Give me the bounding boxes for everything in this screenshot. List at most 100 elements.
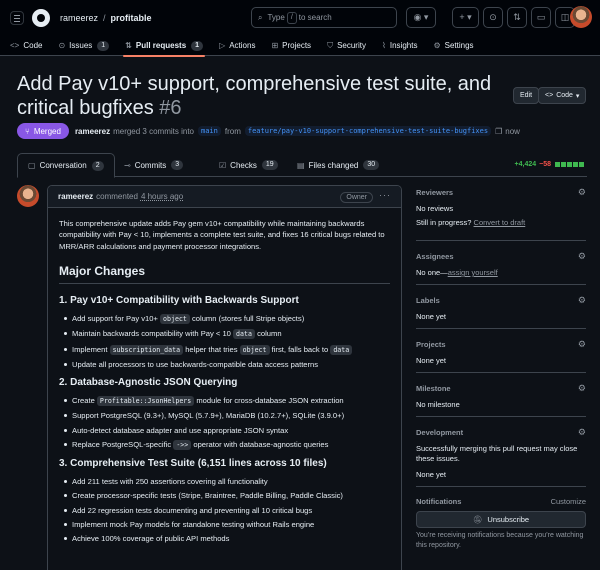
- comment-icon: ▢: [28, 161, 36, 170]
- inline-code: object: [239, 344, 270, 355]
- tab-label: Code: [23, 41, 43, 50]
- divider: [416, 416, 586, 417]
- sidebar-title: Assignees: [416, 252, 454, 261]
- major-changes-heading: Major Changes: [59, 264, 390, 285]
- divider: [416, 486, 586, 487]
- tab-conversation[interactable]: ▢ Conversation 2: [17, 153, 115, 178]
- copilot-button[interactable]: ◉ ▾: [406, 7, 436, 28]
- from-text: from: [224, 126, 241, 136]
- copy-icon[interactable]: ❐: [495, 127, 502, 136]
- pr-title-text: Add Pay v10+ support, comprehensive test…: [17, 73, 492, 119]
- customize-link[interactable]: Customize: [551, 497, 586, 506]
- gear-icon[interactable]: ⚙: [578, 187, 586, 198]
- list-text: module for cross-database JSON extractio…: [196, 396, 344, 406]
- pr-icon: ⇅: [125, 41, 132, 50]
- notifications-note: You’re receiving notifications because y…: [416, 532, 584, 549]
- projects-value: None yet: [416, 356, 447, 365]
- section-2-list: Create Profitable::JsonHelpers module fo…: [59, 395, 390, 451]
- head-branch[interactable]: feature/pay-v10-support-comprehensive-te…: [244, 126, 492, 136]
- base-branch[interactable]: main: [198, 126, 221, 136]
- issues-button[interactable]: ⊙: [483, 7, 503, 28]
- tab-projects[interactable]: ⊞ Projects: [271, 36, 311, 56]
- comment-timestamp[interactable]: 4 hours ago: [141, 192, 183, 201]
- gear-icon: ⚙: [433, 41, 441, 50]
- tab-label: Conversation: [39, 161, 87, 170]
- search-input[interactable]: ⌕ Type / to search: [251, 7, 397, 28]
- shield-icon: ⛉: [327, 40, 334, 50]
- tab-code[interactable]: <> Code: [10, 36, 42, 56]
- sidebar-assignees: Assignees ⚙ No one—assign yourself: [416, 251, 586, 278]
- list-item: Add 211 tests with 250 assertions coveri…: [64, 476, 390, 487]
- gear-icon[interactable]: ⚙: [578, 251, 586, 262]
- list-text: column: [257, 329, 282, 339]
- tab-label: Settings: [444, 41, 474, 50]
- assign-yourself-link[interactable]: assign yourself: [448, 268, 498, 277]
- tab-label: Checks: [230, 160, 257, 170]
- global-header: rameerez / profitable ⌕ Type / to search…: [0, 0, 600, 36]
- gear-icon[interactable]: ⚙: [578, 427, 586, 438]
- inline-code: Profitable::JsonHelpers: [96, 396, 195, 407]
- pr-author[interactable]: rameerez: [75, 127, 110, 136]
- inline-code: data: [233, 329, 255, 340]
- bell-icon: ◫: [560, 12, 570, 22]
- status-badge: ⑂ Merged: [17, 123, 69, 139]
- github-logo-icon[interactable]: [32, 9, 50, 27]
- pulls-button[interactable]: ⇅: [507, 7, 527, 28]
- inbox-icon: ▭: [536, 12, 546, 22]
- section-3-heading: 3. Comprehensive Test Suite (6,151 lines…: [59, 458, 327, 470]
- status-text: Merged: [33, 126, 61, 136]
- create-new-button[interactable]: + ▾: [452, 7, 479, 28]
- tab-insights[interactable]: ⌇ Insights: [382, 36, 417, 56]
- menu-icon[interactable]: [10, 11, 24, 25]
- diffstat-block: [579, 162, 584, 167]
- user-avatar[interactable]: [570, 6, 592, 28]
- gear-icon[interactable]: ⚙: [578, 295, 586, 306]
- graph-icon: ⌇: [381, 41, 386, 50]
- list-text: column (stores full Stripe objects): [191, 314, 305, 324]
- owner-link[interactable]: rameerez: [60, 13, 98, 23]
- repo-link[interactable]: profitable: [111, 13, 152, 23]
- tab-label: Projects: [282, 41, 312, 50]
- section-2-heading: 2. Database-Agnostic JSON Querying: [59, 377, 238, 389]
- gear-icon[interactable]: ⚙: [578, 383, 586, 394]
- diffstat-block: [573, 162, 578, 167]
- comment-author-avatar[interactable]: [17, 185, 39, 207]
- deletions-count: −58: [539, 161, 551, 168]
- sidebar-projects: Projects ⚙ None yet: [416, 339, 586, 366]
- sidebar-title: Development: [416, 428, 464, 437]
- tab-settings[interactable]: ⚙ Settings: [433, 36, 473, 56]
- tab-label: Actions: [229, 41, 256, 50]
- milestone-value: No milestone: [416, 400, 460, 409]
- gear-icon[interactable]: ⚙: [578, 339, 586, 350]
- unsubscribe-button[interactable]: 🔕︎ Unsubscribe: [416, 511, 586, 528]
- tab-count: 30: [363, 160, 380, 170]
- comment-author[interactable]: rameerez: [58, 192, 93, 201]
- edit-button[interactable]: Edit: [513, 87, 540, 104]
- list-text: Replace PostgreSQL-specific: [72, 439, 172, 449]
- inbox-button[interactable]: ▭: [531, 7, 551, 28]
- copilot-icon: ◉ ▾: [413, 12, 429, 22]
- inline-code: data: [330, 344, 353, 355]
- tab-issues[interactable]: ⊙ Issues 1: [58, 36, 110, 56]
- tab-files-changed[interactable]: ▤ Files changed 30: [287, 153, 389, 177]
- tab-pull-requests[interactable]: ⇅ Pull requests 1: [123, 36, 205, 57]
- convert-to-draft-link[interactable]: Convert to draft: [474, 218, 526, 227]
- code-button[interactable]: <> Code ▾: [538, 87, 587, 104]
- development-note: Successfully merging this pull request m…: [416, 444, 578, 463]
- sidebar-notifications: Notifications Customize: [416, 497, 586, 506]
- search-shortcut: /: [286, 11, 297, 24]
- divider: [416, 284, 586, 285]
- tab-commits[interactable]: ⊸ Commits 3: [114, 153, 193, 177]
- sidebar-title: Labels: [416, 296, 440, 305]
- tab-actions[interactable]: ▷ Actions: [219, 36, 255, 56]
- play-icon: ▷: [219, 41, 226, 50]
- code-button-label: Code: [556, 92, 573, 99]
- tab-checks[interactable]: ☑ Checks 19: [209, 153, 288, 177]
- issue-icon: ⊙: [489, 12, 497, 22]
- tab-security[interactable]: ⛉ Security: [327, 36, 366, 56]
- pr-tabs: ▢ Conversation 2 ⊸ Commits 3 ☑ Checks 19 ▤ File…: [17, 153, 587, 178]
- diffstat: +4,424 −58: [515, 161, 584, 168]
- repo-nav: <> Code ⊙ Issues 1 ⇅ Pull requests 1 ▷ Actions…: [0, 36, 600, 57]
- kebab-menu-icon[interactable]: ···: [379, 190, 391, 200]
- pr-title: Add Pay v10+ support, comprehensive test…: [17, 72, 507, 120]
